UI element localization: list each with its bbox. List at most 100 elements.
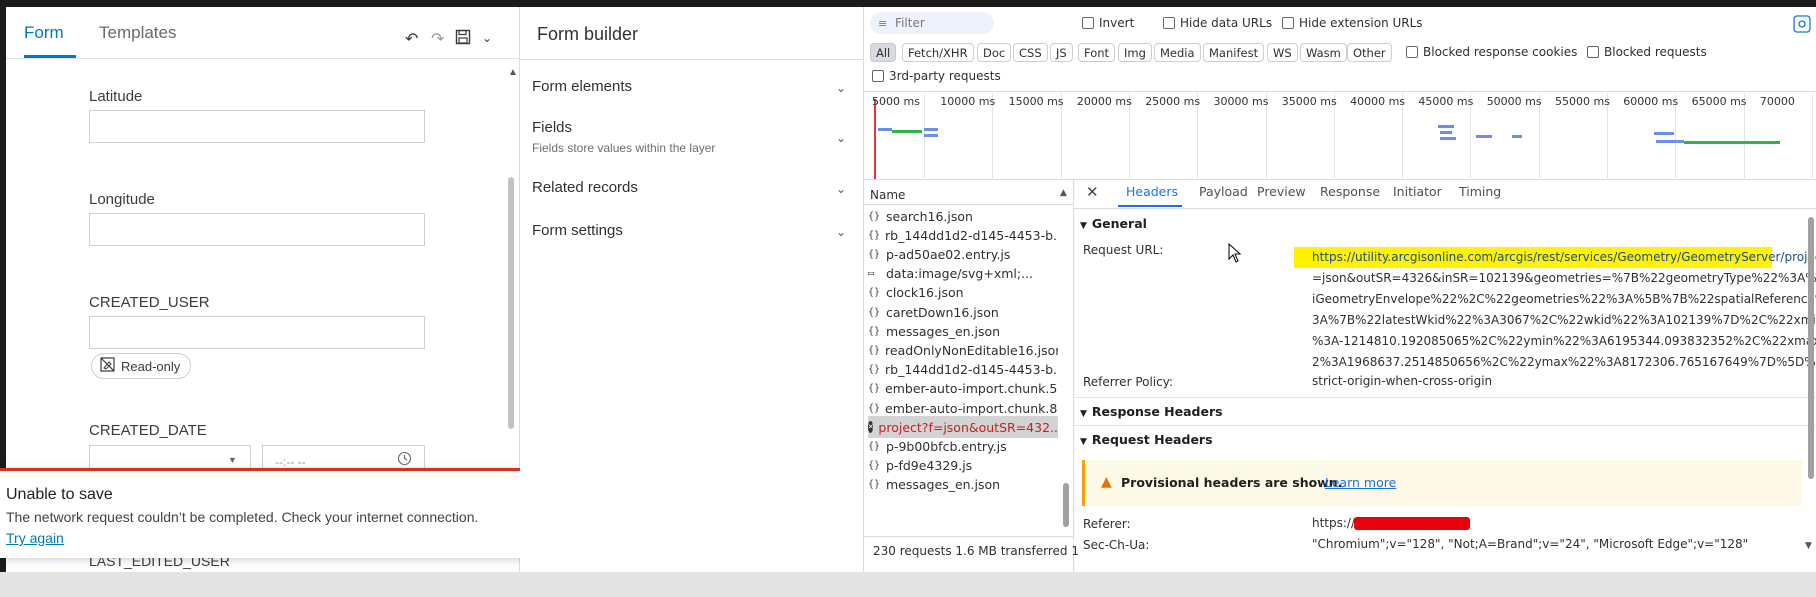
json-file-icon: {} xyxy=(868,479,881,491)
type-chip-media[interactable]: Media xyxy=(1154,43,1201,62)
request-row[interactable]: {} messages_en.json xyxy=(868,474,1058,496)
clock-icon[interactable] xyxy=(397,451,412,469)
blocked-response-cookies-checkbox[interactable]: Blocked response cookies xyxy=(1406,45,1577,59)
type-chip-other[interactable]: Other xyxy=(1347,43,1392,62)
referer-label: Referer: xyxy=(1083,517,1131,531)
type-chip-css[interactable]: CSS xyxy=(1013,43,1048,62)
json-file-icon: {} xyxy=(868,440,881,452)
json-file-icon: {} xyxy=(868,248,881,260)
request-headers-section-header[interactable]: ▼ Request Headers xyxy=(1080,432,1213,447)
request-name: ember-auto-import.chunk.5... xyxy=(885,381,1058,397)
created-date-label: CREATED_DATE xyxy=(89,422,207,439)
referer-value: https:// xyxy=(1312,516,1356,530)
devtools-network-panel: ≡ Filter Invert Hide data URLs Hide exte… xyxy=(864,7,1816,572)
created-user-label: CREATED_USER xyxy=(89,294,210,311)
save-icon[interactable] xyxy=(455,29,471,50)
chevron-down-icon[interactable]: ⌄ xyxy=(836,182,846,196)
section-title: Form elements xyxy=(532,78,633,95)
tab-initiator[interactable]: Initiator xyxy=(1393,184,1442,199)
scroll-down-arrow[interactable]: ▼ xyxy=(1805,541,1812,551)
chevron-down-icon[interactable]: ⌄ xyxy=(836,225,846,239)
redaction-mark xyxy=(1354,517,1470,530)
divider xyxy=(1074,397,1816,398)
url-line: 2%3A1968637.2514850656%2C%22ymax%22%3A81… xyxy=(1312,355,1816,369)
hide-data-urls-checkbox[interactable]: Hide data URLs xyxy=(1163,16,1272,30)
waterfall-bar xyxy=(1440,137,1456,140)
hide-extension-urls-checkbox[interactable]: Hide extension URLs xyxy=(1282,16,1423,30)
date-dropdown-icon[interactable]: ▼ xyxy=(228,455,237,465)
sort-arrow-icon[interactable]: ▲ xyxy=(1060,188,1067,198)
chevron-down-icon[interactable]: ⌄ xyxy=(836,81,846,95)
settings-icon[interactable] xyxy=(1793,15,1811,36)
blocked-requests-checkbox[interactable]: Blocked requests xyxy=(1587,45,1707,59)
created-user-input[interactable] xyxy=(89,316,425,349)
waterfall-bar xyxy=(878,128,892,131)
url-line: iGeometryEnvelope%22%2C%22geometries%22%… xyxy=(1312,292,1816,306)
mouse-cursor-icon xyxy=(1228,242,1242,266)
chevron-down-icon[interactable]: ⌄ xyxy=(482,31,492,45)
read-only-badge: Read-only xyxy=(91,353,192,379)
read-only-icon xyxy=(100,357,115,375)
section-form-elements[interactable]: Form elements ⌄ xyxy=(520,67,864,109)
form-scrollbar-thumb[interactable] xyxy=(508,177,514,429)
network-filter-input[interactable]: ≡ Filter xyxy=(870,12,994,34)
type-chip-fetch-xhr[interactable]: Fetch/XHR xyxy=(902,43,974,62)
waterfall-bar xyxy=(924,128,938,131)
latitude-input[interactable] xyxy=(89,110,425,143)
type-chip-font[interactable]: Font xyxy=(1078,43,1116,62)
request-list-scrollbar[interactable] xyxy=(1063,483,1069,527)
type-chip-all[interactable]: All xyxy=(870,43,897,62)
waterfall-bar xyxy=(924,134,938,137)
url-line: %3A-1214810.192085065%2C%22ymin%22%3A619… xyxy=(1312,334,1816,348)
timeline-tick-label: 70000 xyxy=(1759,95,1795,108)
form-builder-panel: Form builder Form elements ⌄ Fields Fiel… xyxy=(520,7,864,572)
response-headers-section-header[interactable]: ▼ Response Headers xyxy=(1080,404,1223,419)
waterfall-bar xyxy=(1512,135,1522,138)
details-scrollbar[interactable] xyxy=(1808,217,1814,479)
third-party-requests-checkbox[interactable]: 3rd-party requests xyxy=(872,69,1001,83)
type-chip-doc[interactable]: Doc xyxy=(977,43,1012,62)
section-related-records[interactable]: Related records ⌄ xyxy=(520,172,864,212)
type-chip-manifest[interactable]: Manifest xyxy=(1203,43,1265,62)
longitude-label: Longitude xyxy=(89,191,155,208)
tab-headers[interactable]: Headers xyxy=(1126,184,1178,199)
request-name: caretDown16.json xyxy=(886,304,999,320)
divider xyxy=(864,91,1816,92)
toast-message: The network request couldn’t be complete… xyxy=(6,509,479,525)
section-form-settings[interactable]: Form settings ⌄ xyxy=(520,215,864,255)
close-icon[interactable]: ✕ xyxy=(1086,183,1099,201)
learn-more-link[interactable]: Learn more xyxy=(1325,475,1396,490)
active-tab-underline xyxy=(1118,205,1182,207)
tab-timing[interactable]: Timing xyxy=(1459,184,1501,199)
tab-payload[interactable]: Payload xyxy=(1199,184,1248,199)
tab-form[interactable]: Form xyxy=(24,23,64,43)
type-chip-img[interactable]: Img xyxy=(1118,43,1152,62)
invert-checkbox[interactable]: Invert xyxy=(1082,16,1134,30)
section-fields[interactable]: Fields Fields store values within the la… xyxy=(520,111,864,159)
tab-templates[interactable]: Templates xyxy=(99,23,176,43)
type-chip-wasm[interactable]: Wasm xyxy=(1300,43,1347,62)
longitude-input[interactable] xyxy=(89,213,425,246)
chevron-down-icon[interactable]: ⌄ xyxy=(836,131,846,145)
tab-preview[interactable]: Preview xyxy=(1257,184,1306,199)
scroll-up-arrow[interactable]: ▲ xyxy=(508,67,518,78)
request-name: project?f=json&outSR=432... xyxy=(878,419,1058,435)
url-line: https://utility.arcgisonline.com/arcgis/… xyxy=(1312,250,1816,264)
timeline-gridline xyxy=(1811,93,1813,178)
timeline-tick-label: 60000 ms xyxy=(1623,95,1679,108)
tab-response[interactable]: Response xyxy=(1320,184,1380,199)
timeline-tick-label: 15000 ms xyxy=(1008,95,1064,108)
general-section-header[interactable]: ▼ General xyxy=(1080,216,1147,231)
divider xyxy=(864,536,1074,537)
name-column-header[interactable]: Name xyxy=(870,188,905,202)
provisional-headers-warning: ▲ Provisional headers are shown. Learn m… xyxy=(1082,460,1802,506)
try-again-link[interactable]: Try again xyxy=(6,530,64,546)
json-file-icon: {} xyxy=(868,210,881,222)
url-line: 3A%7B%22latestWkid%22%3A3067%2C%22wkid%2… xyxy=(1312,313,1816,327)
undo-icon[interactable]: ↶ xyxy=(405,29,418,49)
type-chip-ws[interactable]: WS xyxy=(1267,43,1298,62)
timeline-tick-label: 65000 ms xyxy=(1691,95,1747,108)
redo-icon[interactable]: ↷ xyxy=(431,29,444,49)
type-chip-js[interactable]: JS xyxy=(1050,43,1073,62)
json-file-icon: {} xyxy=(868,344,881,356)
